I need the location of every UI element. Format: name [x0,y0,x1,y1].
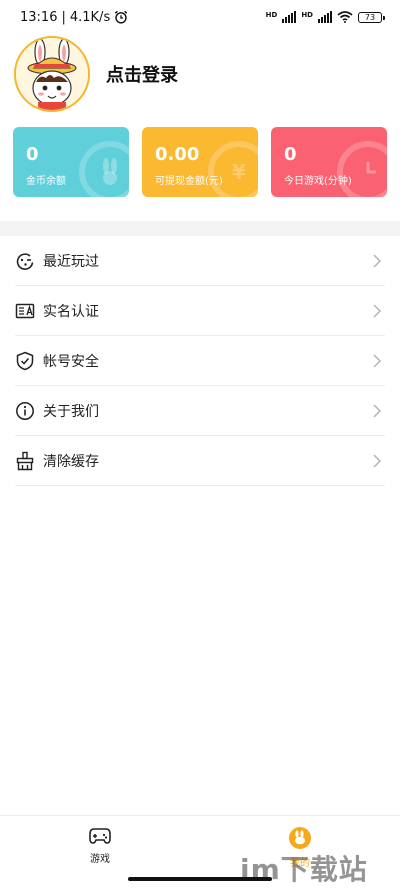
signal-icon-1 [282,11,297,23]
menu-item-real-name-verification[interactable]: 实名认证 [15,286,385,336]
menu-item-label: 清除缓存 [43,453,99,470]
alarm-icon [115,10,128,24]
menu-item-about-us[interactable]: 关于我们 [15,386,385,436]
rabbit-tab-icon [289,827,311,849]
status-time: 13:16 [20,9,58,25]
status-network-speed: 4.1K/s [69,9,111,25]
menu-item-account-security[interactable]: 帐号安全 [15,336,385,386]
settings-menu: 最近玩过 实名认证 帐号安全 关于我们 清除缓存 [15,236,385,486]
section-divider [0,221,400,236]
battery-icon: 73 [358,11,385,23]
status-left: 13:16 | 4.1K/s [20,10,128,25]
status-right: HD HD 73 [265,11,385,23]
menu-item-label: 最近玩过 [43,253,99,270]
id-card-icon [15,301,35,321]
broom-icon [15,451,35,471]
menu-item-clear-cache[interactable]: 清除缓存 [15,436,385,486]
profile-header[interactable]: 点击登录 [14,36,386,112]
rabbit-avatar-icon[interactable] [14,36,90,112]
home-indicator[interactable] [128,877,272,881]
today-play-time-card[interactable]: 0 今日游戏(分钟) [271,127,387,197]
signal-icon-2 [318,11,332,23]
gamepad-icon [89,828,111,844]
menu-item-label: 关于我们 [43,403,99,420]
chevron-right-icon [373,254,382,268]
menu-item-recently-played[interactable]: 最近玩过 [15,236,385,286]
chevron-right-icon [373,354,382,368]
shield-check-icon [15,351,35,371]
hd-label-1: HD [265,11,278,19]
menu-item-label: 帐号安全 [43,353,99,370]
chevron-right-icon [373,304,382,318]
info-icon [15,401,35,421]
chevron-right-icon [373,454,382,468]
recent-play-icon [15,251,35,271]
battery-level: 73 [364,12,376,22]
tab-games-label: 游戏 [90,854,110,865]
hd-label-2: HD [301,11,313,19]
login-prompt[interactable]: 点击登录 [106,61,178,87]
coin-balance-card[interactable]: 0 金币余额 [13,127,129,197]
stats-cards: 0 金币余额 0.00 可提现金额(元) ¥ 0 今日游戏(分钟) [13,127,387,197]
watermark: im下载站 [240,853,368,886]
tab-games[interactable]: 游戏 [70,826,130,865]
withdrawable-card[interactable]: 0.00 可提现金额(元) ¥ [142,127,258,197]
wifi-icon [337,11,353,23]
status-bar: 13:16 | 4.1K/s HD HD 73 [0,0,400,34]
menu-item-label: 实名认证 [43,303,99,320]
chevron-right-icon [373,404,382,418]
status-separator: | [61,9,66,25]
